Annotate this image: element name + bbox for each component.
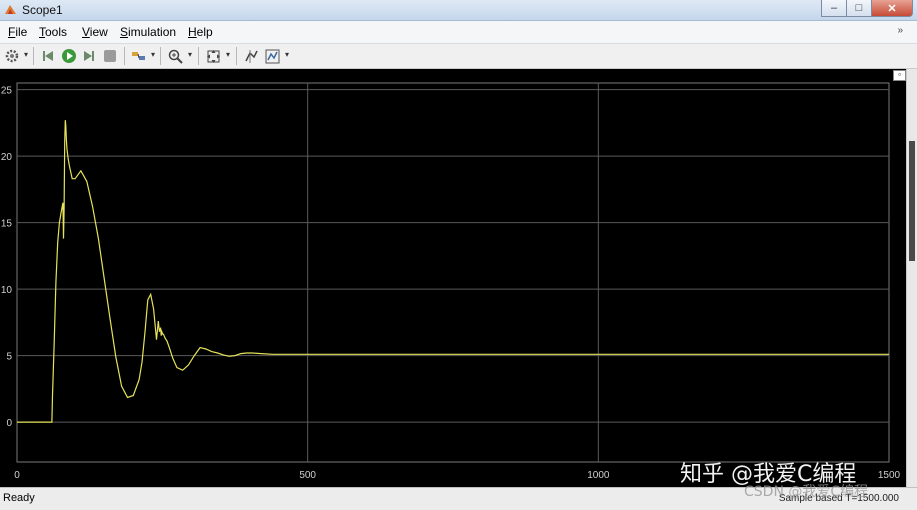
scrollbar-thumb[interactable] <box>909 141 915 261</box>
stop-icon[interactable] <box>101 47 119 65</box>
fit-to-view-icon[interactable] <box>204 47 222 65</box>
menu-bar: File Tools View Simulation Help » <box>0 21 917 44</box>
maximize-button[interactable]: □ <box>846 0 872 17</box>
toolbar-separator <box>236 47 237 65</box>
y-tick-label: 5 <box>6 352 12 363</box>
toolbar-separator <box>198 47 199 65</box>
toolbar-separator <box>33 47 34 65</box>
menu-file[interactable]: File <box>8 25 27 39</box>
toolbar-separator <box>124 47 125 65</box>
y-tick-label: 25 <box>1 86 13 97</box>
x-tick-label: 1000 <box>587 470 610 481</box>
close-button[interactable]: ✕ <box>871 0 913 17</box>
plot-frame <box>16 82 890 463</box>
series-line <box>17 120 889 423</box>
toolbar: ▾ ▾ ▾ ▾ ▾ <box>0 44 917 69</box>
zoom-dropdown-icon[interactable]: ▾ <box>188 51 194 59</box>
toolbar-separator <box>160 47 161 65</box>
y-tick-label: 10 <box>1 285 13 296</box>
gear-icon[interactable] <box>3 47 21 65</box>
signal-props-icon[interactable] <box>263 47 281 65</box>
window-title: Scope1 <box>22 3 63 17</box>
highlight-icon[interactable] <box>130 47 148 65</box>
maximize-icon: □ <box>855 2 863 14</box>
vertical-scrollbar[interactable] <box>906 69 917 487</box>
zoom-in-icon[interactable] <box>166 47 184 65</box>
x-tick-label: 1500 <box>878 470 901 481</box>
y-tick-label: 20 <box>1 152 13 163</box>
step-back-icon[interactable] <box>39 47 57 65</box>
cursor-measure-icon[interactable] <box>242 47 260 65</box>
menu-tools[interactable]: Tools <box>39 25 67 39</box>
status-text: Ready <box>3 492 35 504</box>
step-forward-icon[interactable] <box>80 47 98 65</box>
y-tick-label: 15 <box>1 219 13 230</box>
menu-view[interactable]: View <box>82 25 108 39</box>
title-bar: Scope1 – □ ✕ <box>0 0 917 21</box>
minimize-button[interactable]: – <box>821 0 847 17</box>
x-tick-label: 0 <box>14 470 20 481</box>
run-icon[interactable] <box>60 47 78 65</box>
matlab-icon <box>5 5 16 14</box>
undock-icon[interactable]: ▫ <box>893 70 906 81</box>
close-icon: ✕ <box>887 2 897 15</box>
y-tick-label: 0 <box>6 418 12 429</box>
scope-plot[interactable]: 0 5 10 15 20 25 0 500 1000 1500 <box>0 69 906 487</box>
menu-help[interactable]: Help <box>188 25 213 39</box>
watermark-csdn: CSDN @我爱C编程 <box>744 484 869 500</box>
gear-dropdown-icon[interactable]: ▾ <box>24 51 30 59</box>
menu-simulation[interactable]: Simulation <box>120 25 176 39</box>
double-chevron-icon[interactable]: » <box>897 25 903 36</box>
x-tick-label: 500 <box>299 470 316 481</box>
minimize-icon: – <box>830 2 838 14</box>
props-dropdown-icon[interactable]: ▾ <box>285 51 291 59</box>
scope-display[interactable]: 0 5 10 15 20 25 0 500 1000 1500 <box>0 69 906 487</box>
highlight-dropdown-icon[interactable]: ▾ <box>151 51 157 59</box>
fit-dropdown-icon[interactable]: ▾ <box>226 51 232 59</box>
